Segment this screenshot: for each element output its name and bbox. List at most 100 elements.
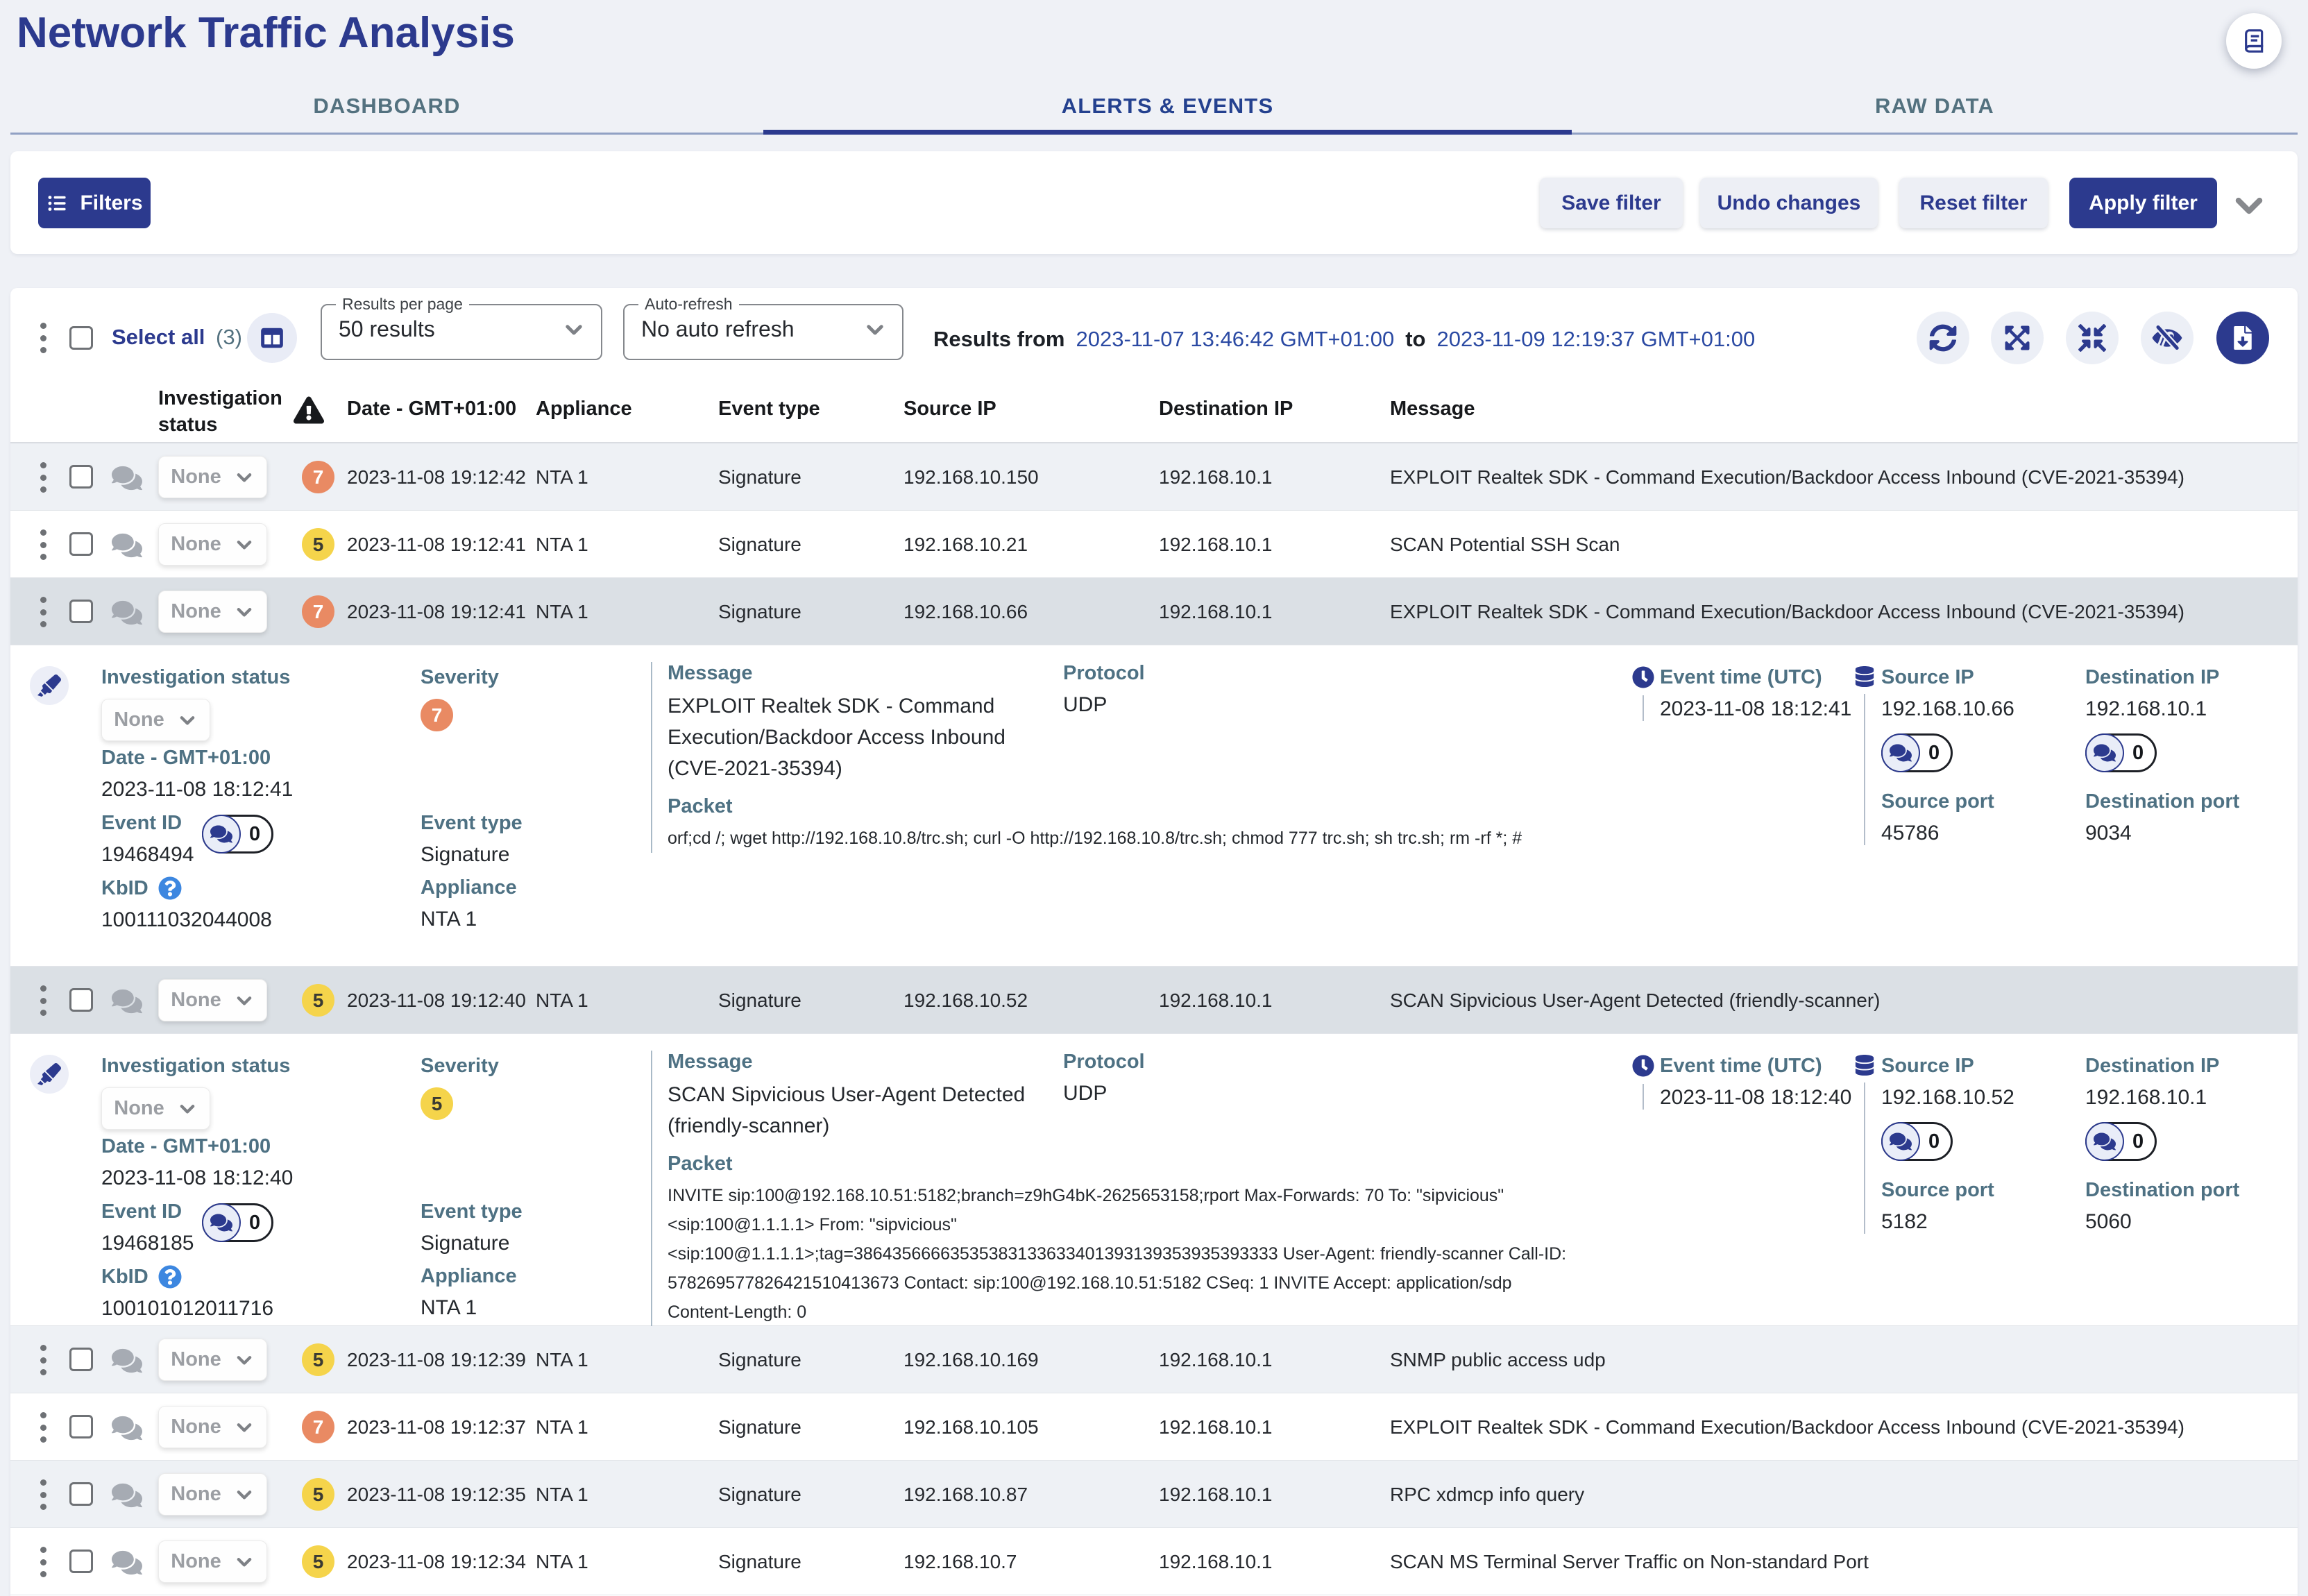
- results-per-page-select[interactable]: Results per page 50 results: [321, 296, 602, 360]
- comments-icon: [1881, 733, 1920, 772]
- investigation-status-select[interactable]: None: [158, 1540, 267, 1583]
- investigation-status-select[interactable]: None: [101, 699, 210, 741]
- auto-refresh-select[interactable]: Auto-refresh No auto refresh: [623, 296, 903, 360]
- undo-changes-button[interactable]: Undo changes: [1700, 178, 1878, 228]
- range-start-link[interactable]: 2023-11-07 13:46:42 GMT+01:00: [1076, 327, 1394, 351]
- filters-button[interactable]: Filters: [38, 178, 151, 228]
- detail-investigation-status: Investigation status None: [101, 666, 290, 741]
- col-source-ip[interactable]: Source IP: [903, 398, 996, 421]
- apply-filter-button[interactable]: Apply filter: [2069, 178, 2217, 228]
- row-menu-kebab[interactable]: [39, 1547, 47, 1577]
- investigation-status-select[interactable]: None: [158, 1339, 267, 1381]
- row-checkbox[interactable]: [69, 1550, 93, 1573]
- comment-count: 0: [1928, 742, 1940, 765]
- chevron-down-icon: [234, 602, 255, 622]
- col-message[interactable]: Message: [1390, 398, 1475, 421]
- detail-label: Protocol: [1063, 662, 1145, 685]
- event-id-comments-pill[interactable]: 0: [202, 1203, 273, 1242]
- export-download-button[interactable]: [2216, 312, 2269, 364]
- comments-icon: [112, 463, 142, 493]
- comments-icon[interactable]: [112, 986, 142, 1017]
- hide-columns-button[interactable]: [2141, 312, 2194, 364]
- tab-raw-data[interactable]: RAW DATA: [1572, 82, 2298, 130]
- table-row[interactable]: None 5 2023-11-08 19:12:34 NTA 1 Signatu…: [10, 1528, 2298, 1595]
- clock-icon: [1632, 1055, 1654, 1077]
- source-ip-comments-pill[interactable]: 0: [1881, 733, 1953, 772]
- col-severity-warning[interactable]: [294, 395, 324, 425]
- refresh-button[interactable]: [1917, 312, 1969, 364]
- tab-alerts-events[interactable]: ALERTS & EVENTS: [763, 82, 1572, 130]
- investigation-status-select[interactable]: None: [158, 456, 267, 498]
- row-checkbox[interactable]: [69, 988, 93, 1012]
- col-event-type[interactable]: Event type: [718, 398, 820, 421]
- table-row[interactable]: None 5 2023-11-08 19:12:40 NTA 1 Signatu…: [10, 967, 2298, 1034]
- row-menu-kebab[interactable]: [39, 1412, 47, 1443]
- row-menu-kebab[interactable]: [39, 1479, 47, 1510]
- row-menu-kebab[interactable]: [39, 529, 47, 560]
- destination-ip-comments-pill[interactable]: 0: [2085, 733, 2157, 772]
- investigation-status-select[interactable]: None: [158, 979, 267, 1021]
- save-filter-button[interactable]: Save filter: [1540, 178, 1683, 228]
- toolbar-menu-kebab[interactable]: [39, 323, 47, 353]
- col-date[interactable]: Date - GMT+01:00: [347, 398, 516, 421]
- row-checkbox[interactable]: [69, 465, 93, 489]
- investigation-status-select[interactable]: None: [158, 523, 267, 566]
- chevron-down-icon: [234, 1484, 255, 1505]
- detail-event-time: Event time (UTC) 2023-11-08 18:12:41: [1627, 666, 1851, 721]
- destination-ip-comments-pill[interactable]: 0: [2085, 1122, 2157, 1161]
- refresh-icon: [1929, 324, 1957, 352]
- row-menu-kebab[interactable]: [39, 1345, 47, 1375]
- investigation-status-select[interactable]: None: [158, 1406, 267, 1448]
- comments-icon[interactable]: [112, 597, 142, 628]
- row-menu-kebab[interactable]: [39, 462, 47, 493]
- select-all-checkbox[interactable]: [69, 326, 93, 350]
- detail-label: Packet: [668, 795, 1589, 818]
- detail-value: 45786: [1881, 822, 2014, 845]
- row-checkbox[interactable]: [69, 1415, 93, 1438]
- comments-icon[interactable]: [112, 1345, 142, 1376]
- row-menu-kebab[interactable]: [39, 597, 47, 627]
- reset-filter-button[interactable]: Reset filter: [1899, 178, 2048, 228]
- row-menu-kebab[interactable]: [39, 985, 47, 1016]
- tab-dashboard[interactable]: DASHBOARD: [10, 82, 763, 130]
- documentation-button[interactable]: [2226, 13, 2282, 69]
- annotate-button[interactable]: [30, 666, 69, 705]
- comments-icon[interactable]: [112, 463, 142, 493]
- investigation-status-select[interactable]: None: [158, 591, 267, 633]
- comments-icon[interactable]: [112, 530, 142, 561]
- detail-message: Message SCAN Sipvicious User-Agent Detec…: [668, 1051, 1048, 1141]
- table-row[interactable]: None 7 2023-11-08 19:12:37 NTA 1 Signatu…: [10, 1393, 2298, 1461]
- comments-icon[interactable]: [112, 1480, 142, 1511]
- select-all-label[interactable]: Select all: [112, 325, 205, 350]
- annotate-button[interactable]: [30, 1055, 69, 1094]
- row-checkbox[interactable]: [69, 1348, 93, 1371]
- source-ip-comments-pill[interactable]: 0: [1881, 1122, 1953, 1161]
- event-id-comments-pill[interactable]: 0: [202, 815, 273, 854]
- database-icon: [1854, 1055, 1875, 1076]
- collapse-filter-chevron[interactable]: [2230, 186, 2268, 225]
- table-row[interactable]: None 5 2023-11-08 19:12:41 NTA 1 Signatu…: [10, 511, 2298, 578]
- table-row[interactable]: None 5 2023-11-08 19:12:35 NTA 1 Signatu…: [10, 1461, 2298, 1528]
- comments-icon[interactable]: [112, 1413, 142, 1443]
- table-row[interactable]: None 7 2023-11-08 19:12:41 NTA 1 Signatu…: [10, 578, 2298, 645]
- col-destination-ip[interactable]: Destination IP: [1159, 398, 1293, 421]
- row-checkbox[interactable]: [69, 532, 93, 556]
- collapse-all-button[interactable]: [2066, 312, 2119, 364]
- table-row[interactable]: None 5 2023-11-08 19:12:39 NTA 1 Signatu…: [10, 1326, 2298, 1393]
- comments-icon[interactable]: [112, 1547, 142, 1578]
- column-picker-button[interactable]: [247, 313, 297, 363]
- row-checkbox[interactable]: [69, 1482, 93, 1506]
- expand-all-button[interactable]: [1991, 312, 2044, 364]
- chevron-down-icon: [177, 710, 198, 731]
- range-end-link[interactable]: 2023-11-09 12:19:37 GMT+01:00: [1436, 327, 1755, 351]
- table-row[interactable]: None 7 2023-11-08 19:12:42 NTA 1 Signatu…: [10, 443, 2298, 511]
- comments-icon: [112, 1547, 142, 1578]
- help-icon[interactable]: [158, 1265, 182, 1289]
- cell-date: 2023-11-08 19:12:41: [347, 601, 526, 623]
- investigation-status-select[interactable]: None: [158, 1473, 267, 1516]
- row-checkbox[interactable]: [69, 600, 93, 623]
- col-appliance[interactable]: Appliance: [536, 398, 632, 421]
- help-icon[interactable]: [158, 876, 182, 900]
- investigation-status-select[interactable]: None: [101, 1087, 210, 1130]
- comments-icon: [112, 986, 142, 1017]
